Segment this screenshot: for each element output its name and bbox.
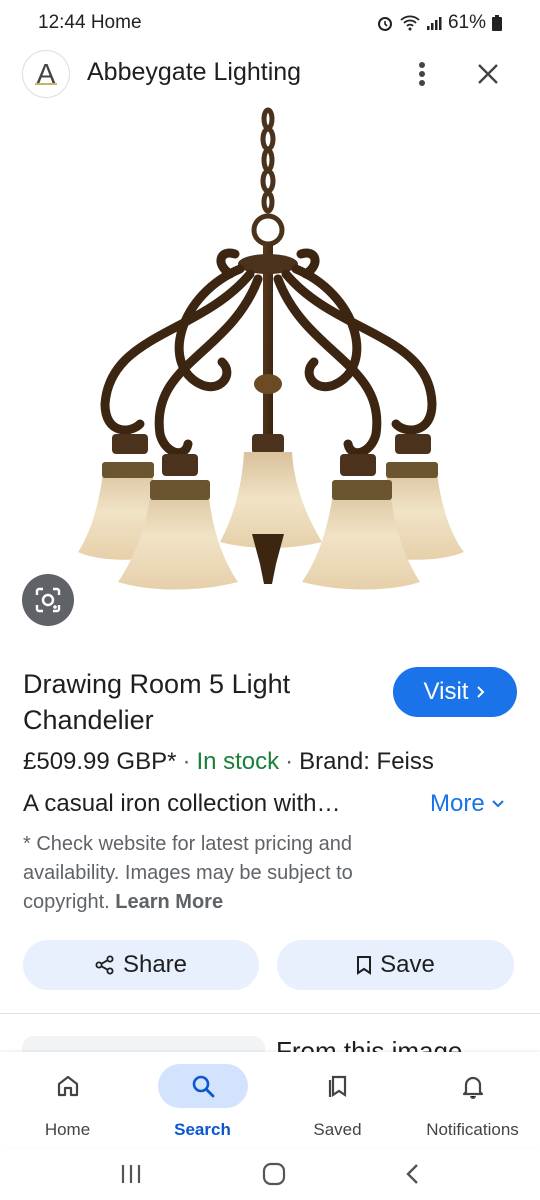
chandelier-image <box>78 107 464 590</box>
bookmark-icon <box>357 956 372 975</box>
saved-icon <box>293 1064 383 1108</box>
system-navigation-bar <box>0 1148 540 1200</box>
nav-saved-label: Saved <box>313 1120 362 1139</box>
nav-search[interactable]: Search <box>135 1052 270 1148</box>
wifi-icon <box>400 15 420 31</box>
nav-notifications[interactable]: Notifications <box>405 1052 540 1148</box>
battery-percent: 61% <box>447 12 486 33</box>
share-label: Share <box>122 951 188 978</box>
save-label: Save <box>380 951 435 978</box>
search-icon <box>157 1064 248 1108</box>
home-system-icon[interactable] <box>262 1162 286 1186</box>
site-logo: A <box>22 50 70 98</box>
brand: Brand: Feiss <box>299 748 434 775</box>
status-icons: 61% <box>376 12 502 34</box>
save-button[interactable]: Save <box>277 940 514 990</box>
chevron-right-icon <box>477 686 485 698</box>
status-time: 12:44 <box>38 12 86 33</box>
more-options-icon[interactable] <box>404 56 440 92</box>
nav-home[interactable]: Home <box>0 1052 135 1148</box>
recent-apps-icon[interactable] <box>119 1163 143 1185</box>
home-icon <box>23 1064 113 1108</box>
divider <box>0 1013 540 1014</box>
back-icon[interactable] <box>405 1162 421 1186</box>
battery-icon <box>492 15 502 31</box>
product-title: Drawing Room 5 Light Chandelier <box>23 669 291 735</box>
status-home-label: Home <box>90 12 142 33</box>
bell-icon <box>428 1064 518 1108</box>
site-logo-letter: A <box>36 58 56 89</box>
signal-icon <box>426 17 442 30</box>
lens-icon <box>35 587 61 613</box>
site-name: Abbeygate Lighting <box>87 58 302 86</box>
disclaimer: * Check website for latest pricing and a… <box>23 830 423 917</box>
separator-dot: · <box>285 748 294 775</box>
nav-saved[interactable]: Saved <box>270 1052 405 1148</box>
alarm-icon <box>377 17 392 31</box>
visit-label: Visit <box>423 678 469 705</box>
more-description-button[interactable]: More <box>430 790 505 818</box>
nav-home-label: Home <box>44 1120 91 1139</box>
product-image[interactable] <box>0 104 540 644</box>
lens-search-button[interactable] <box>22 574 74 626</box>
separator-dot: · <box>182 748 191 775</box>
site-header: A Abbeygate Lighting <box>0 46 540 102</box>
status-time-label: 12:44 Home <box>38 12 142 34</box>
share-icon <box>95 955 114 975</box>
status-bar: 12:44 Home 61% <box>0 0 540 46</box>
visit-button[interactable]: Visit <box>393 667 517 717</box>
share-button[interactable]: Share <box>23 940 259 990</box>
more-label: More <box>430 790 485 817</box>
price: £509.99 GBP* <box>23 748 177 775</box>
learn-more-link[interactable]: Learn More <box>115 891 223 913</box>
product-description: A casual iron collection with… <box>23 790 341 817</box>
nav-notifications-label: Notifications <box>426 1120 519 1139</box>
price-line: £509.99 GBP* · In stock · Brand: Feiss <box>23 748 434 776</box>
nav-search-label: Search <box>174 1120 231 1139</box>
bottom-navigation: Home Search Saved Notifications <box>0 1052 540 1148</box>
stock-status: In stock <box>196 748 280 775</box>
close-icon[interactable] <box>470 56 506 92</box>
chevron-down-icon <box>491 800 504 808</box>
